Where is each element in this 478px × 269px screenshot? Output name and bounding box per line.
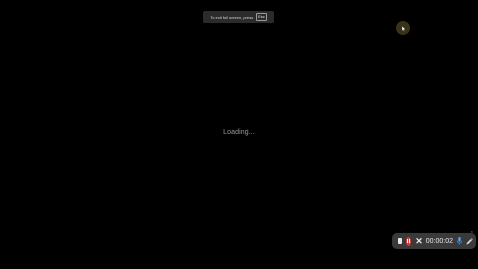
mouse-pointer-icon (402, 26, 406, 32)
exit-fullscreen-text: To exit full screen, press (210, 14, 254, 20)
screen-recorder-toolbar: × ✕ 00:00:02 (392, 230, 476, 249)
esc-key-badge: Esc (256, 13, 267, 21)
discard-icon[interactable]: ✕ (415, 236, 423, 246)
pen-icon[interactable] (466, 237, 473, 245)
exit-fullscreen-hint: To exit full screen, press Esc (203, 11, 274, 23)
microphone-icon[interactable] (457, 237, 462, 245)
fullscreen-video-page: To exit full screen, press Esc Loading..… (0, 0, 478, 269)
recorder-close-button[interactable]: × (471, 230, 473, 234)
cursor-highlight (396, 21, 410, 35)
stop-icon[interactable] (398, 238, 402, 244)
loading-text: Loading... (223, 129, 255, 136)
pause-icon[interactable] (405, 236, 412, 246)
recording-timer: 00:00:02 (425, 237, 453, 245)
